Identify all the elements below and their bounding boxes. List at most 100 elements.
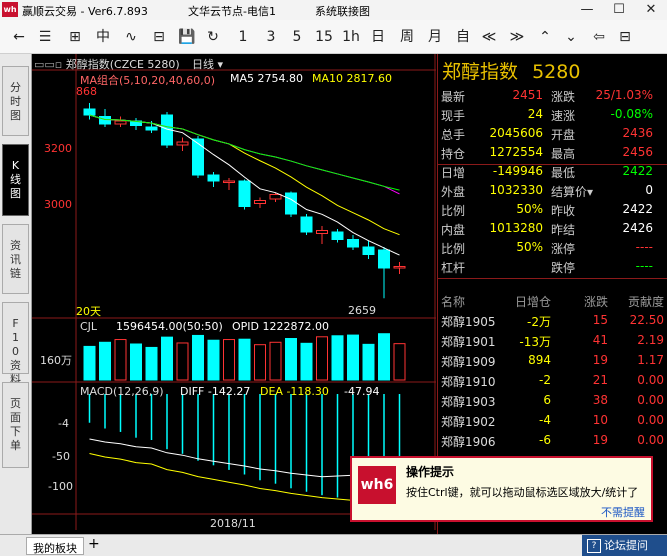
candle-body: [145, 126, 158, 131]
candle-body: [192, 138, 204, 176]
quote-label: 现手: [441, 109, 466, 123]
quote-label: 跌停: [551, 261, 576, 275]
related-cell-c: -2: [539, 373, 551, 387]
col-name[interactable]: 名称: [441, 293, 465, 310]
candle-body: [269, 194, 282, 200]
col-daily-oi[interactable]: 日增仓: [515, 293, 551, 310]
candle-body: [83, 108, 96, 116]
volume-axis-label: 160万: [40, 354, 72, 367]
minimize-button[interactable]: —: [572, 1, 602, 19]
toolbar-button-3[interactable]: 中: [92, 27, 114, 47]
close-button[interactable]: ✕: [636, 1, 666, 19]
server-node-label[interactable]: 文华云节点-电信1: [188, 3, 276, 19]
toolbar-button-4[interactable]: ∿: [120, 27, 142, 47]
toolbar-button-7[interactable]: ↻: [202, 27, 224, 47]
related-row[interactable]: 郑醇1903 6 38 0.00: [438, 393, 667, 412]
toolbar-button-19[interactable]: ⌃: [534, 27, 556, 47]
quote-label: 日增: [441, 166, 466, 180]
quote-value: 50%: [516, 240, 543, 254]
related-row[interactable]: 郑醇1902 -4 10 0.00: [438, 413, 667, 432]
col-contribution[interactable]: 贡献度: [628, 293, 664, 310]
related-cell-c: -4: [539, 413, 551, 427]
candle-body: [238, 180, 251, 207]
candle-body: [331, 231, 344, 240]
quote-value: 1272554: [489, 145, 543, 159]
related-cell-n: 郑醇1903: [441, 395, 496, 409]
toolbar-button-13[interactable]: 日: [367, 27, 389, 47]
related-cell-n: 郑醇1902: [441, 415, 496, 429]
quote-value: -0.08%: [610, 107, 653, 121]
related-cell-z: 41: [592, 333, 608, 347]
popup-title: 操作提示: [406, 465, 455, 479]
volume-bar: [207, 339, 220, 381]
toolbar-button-14[interactable]: 周: [396, 27, 418, 47]
related-row[interactable]: 郑醇1905 -2万 15 22.50: [438, 313, 667, 332]
related-row[interactable]: 郑醇1901 -13万 41 2.19: [438, 333, 667, 352]
related-cell-g: 0.00: [637, 393, 664, 407]
related-cell-z: 19: [592, 353, 608, 367]
candle-body: [254, 200, 266, 204]
volume-bar: [192, 334, 204, 381]
toolbar: ← ☰ ⊞ 中 ∿ ⊟ 💾 ↻ 1 3 5 15 1h 日周月自 ≪ ≫ ⌃ ⌄ ⇦ ⊟: [0, 20, 667, 54]
quote-label: 杠杆: [441, 261, 466, 275]
toolbar-button-1[interactable]: ☰: [34, 27, 56, 47]
toolbar-button-8[interactable]: 1: [232, 27, 254, 47]
cjl-label[interactable]: CJL: [80, 320, 97, 333]
related-cell-n: 郑醇1910: [441, 375, 496, 389]
quote-row: 比例 50% 涨停 ----: [438, 240, 667, 259]
price-high-label: 868: [76, 85, 97, 98]
toolbar-button-9[interactable]: 3: [260, 27, 282, 47]
volume-bar: [254, 344, 266, 381]
col-change[interactable]: 涨跌: [584, 293, 608, 310]
maximize-button[interactable]: ☐: [604, 1, 634, 19]
forum-button[interactable]: ? 论坛提问: [582, 535, 667, 556]
quote-value: 0: [645, 183, 653, 197]
left-tab-2[interactable]: 资讯链: [2, 224, 29, 294]
quote-label[interactable]: 结算价▾: [551, 183, 593, 200]
related-cell-g: 22.50: [629, 313, 664, 327]
toolbar-button-17[interactable]: ≪: [478, 27, 500, 47]
toolbar-button-21[interactable]: ⇦: [588, 27, 610, 47]
quote-row: 持仓 1272554 最高 2456: [438, 145, 667, 164]
period-select[interactable]: 日线 ▾: [192, 56, 223, 72]
quote-label: 最高: [551, 147, 576, 161]
toolbar-button-11[interactable]: 15: [313, 27, 335, 47]
volume-bar: [238, 338, 251, 381]
left-tab-4[interactable]: 页面下单: [2, 382, 29, 468]
toolbar-button-2[interactable]: ⊞: [64, 27, 86, 47]
toolbar-button-18[interactable]: ≫: [506, 27, 528, 47]
toolbar-button-22[interactable]: ⊟: [614, 27, 636, 47]
related-cell-g: 2.19: [637, 333, 664, 347]
toolbar-button-0[interactable]: ←: [8, 27, 30, 47]
toolbar-button-12[interactable]: 1h: [340, 27, 362, 47]
candle-body: [285, 192, 297, 215]
macd-diff: DIFF -142.27: [180, 385, 251, 398]
toolbar-button-15[interactable]: 月: [424, 27, 446, 47]
toolbar-button-6[interactable]: 💾: [176, 27, 198, 47]
related-cell-n: 郑醇1906: [441, 435, 496, 449]
quote-row: 日增 -149946 最低 2422: [438, 164, 667, 183]
toolbar-button-20[interactable]: ⌄: [560, 27, 582, 47]
left-tab-1[interactable]: K线图: [2, 144, 29, 216]
related-row[interactable]: 郑醇1909 894 19 1.17: [438, 353, 667, 372]
tab-my-board[interactable]: 我的板块: [26, 537, 84, 555]
volume-bar: [130, 343, 142, 381]
candle-body: [176, 141, 189, 146]
quote-row: 总手 2045606 开盘 2436: [438, 126, 667, 145]
volume-bar: [176, 342, 189, 381]
related-row[interactable]: 郑醇1906 -6 19 0.00: [438, 433, 667, 452]
toolbar-button-10[interactable]: 5: [286, 27, 308, 47]
left-tab-0[interactable]: 分时图: [2, 66, 29, 136]
left-tab-3[interactable]: F10资料: [2, 302, 29, 386]
macd-label[interactable]: MACD(12,26,9): [80, 385, 164, 398]
add-tab-button[interactable]: +: [88, 536, 100, 552]
left-tab-label: 资讯链: [10, 239, 21, 280]
connection-diagram-link[interactable]: 系统联接图: [315, 3, 370, 19]
ma-combo-label[interactable]: MA组合(5,10,20,40,60,0): [80, 72, 215, 88]
quote-label: 昨结: [551, 223, 576, 237]
quote-value: 2456: [622, 145, 653, 159]
related-row[interactable]: 郑醇1910 -2 21 0.00: [438, 373, 667, 392]
toolbar-button-5[interactable]: ⊟: [148, 27, 170, 47]
toolbar-button-16[interactable]: 自: [452, 27, 474, 47]
dismiss-link[interactable]: 不需提醒: [601, 504, 645, 520]
